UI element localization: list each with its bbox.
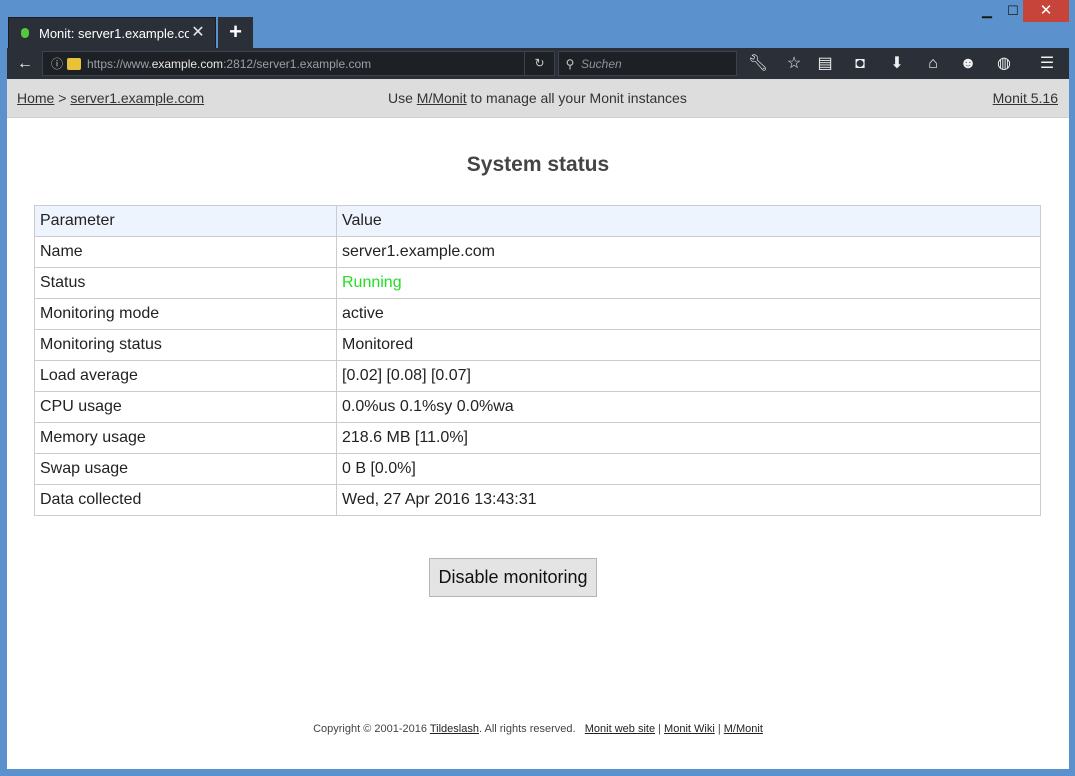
home-icon[interactable]: ⌂: [918, 50, 948, 78]
value-cell: server1.example.com: [336, 236, 1041, 268]
value-cell: [0.02] [0.08] [0.07]: [336, 360, 1041, 392]
table-row: Memory usage 218.6 MB [11.0%]: [34, 422, 1041, 454]
copyright-text: Copyright © 2001-2016: [313, 723, 427, 735]
search-icon: ⚲: [565, 56, 575, 71]
value-cell: Monitored: [336, 329, 1041, 361]
value-cell: active: [336, 298, 1041, 330]
rights-text: . All rights reserved.: [478, 723, 576, 735]
param-cell: Load average: [34, 360, 337, 392]
back-icon[interactable]: ←: [11, 50, 39, 78]
url-host: example.com: [151, 56, 224, 71]
footer: Copyright © 2001-2016 Tildeslash. All ri…: [7, 723, 1069, 735]
browser-window: Monit: server1.example.co... ✕ + ▁ ☐ ✕ ←…: [0, 0, 1075, 776]
header-parameter: Parameter: [34, 205, 337, 237]
breadcrumb: Home > server1.example.com: [17, 90, 204, 106]
url-path: :2812/server1.example.com: [223, 56, 372, 71]
status-value-cell: Running: [336, 267, 1041, 299]
browser-tab[interactable]: Monit: server1.example.co... ✕: [8, 17, 216, 48]
breadcrumb-separator: >: [58, 90, 67, 106]
table-row: Data collected Wed, 27 Apr 2016 13:43:31: [34, 484, 1041, 516]
disable-monitoring-button[interactable]: Disable monitoring: [429, 558, 597, 597]
table-header-row: Parameter Value: [34, 205, 1041, 237]
manage-text: to manage all your Monit instances: [470, 90, 687, 106]
home-link[interactable]: Home: [17, 90, 54, 106]
mmonit-promo: Use M/Monit to manage all your Monit ins…: [388, 90, 687, 106]
search-input[interactable]: ⚲ Suchen: [558, 51, 737, 76]
param-cell: Swap usage: [34, 453, 337, 485]
tildeslash-link[interactable]: Tildeslash: [430, 723, 479, 735]
param-cell: Memory usage: [34, 422, 337, 454]
param-cell: Name: [34, 236, 337, 268]
header-value: Value: [336, 205, 1041, 237]
url-bar[interactable]: ⓘ https://www.example.com:2812/server1.e…: [42, 51, 555, 76]
reader-icon[interactable]: ▤: [810, 50, 840, 78]
value-cell: Wed, 27 Apr 2016 13:43:31: [336, 484, 1041, 516]
tab-title: Monit: server1.example.co...: [39, 25, 189, 41]
table-row: Monitoring mode active: [34, 298, 1041, 330]
title-bar: Monit: server1.example.co... ✕ + ▁ ☐ ✕: [0, 0, 1075, 48]
url-prefix: https://www.: [87, 56, 152, 71]
search-placeholder: Suchen: [581, 56, 622, 71]
table-row: Swap usage 0 B [0.0%]: [34, 453, 1041, 485]
star-icon[interactable]: ☆: [779, 50, 809, 78]
monit-header-bar: Home > server1.example.com Use M/Monit t…: [7, 79, 1069, 118]
monit-wiki-link[interactable]: Monit Wiki: [664, 723, 715, 735]
new-tab-button[interactable]: +: [218, 17, 253, 48]
version-link[interactable]: Monit 5.16: [993, 90, 1058, 106]
value-cell: 218.6 MB [11.0%]: [336, 422, 1041, 454]
value-cell: 0 B [0.0%]: [336, 453, 1041, 485]
smiley-icon[interactable]: ☻: [953, 50, 983, 78]
param-cell: Monitoring mode: [34, 298, 337, 330]
download-icon[interactable]: ⬇: [882, 50, 912, 78]
table-row: Load average [0.02] [0.08] [0.07]: [34, 360, 1041, 392]
table-row: CPU usage 0.0%us 0.1%sy 0.0%wa: [34, 391, 1041, 423]
monit-website-link[interactable]: Monit web site: [585, 723, 655, 735]
mmonit-link[interactable]: M/Monit: [417, 90, 467, 106]
table-row: Status Running: [34, 267, 1041, 299]
page-title: System status: [466, 153, 610, 176]
info-icon[interactable]: ⓘ: [47, 55, 67, 72]
footer-separator: |: [717, 723, 721, 735]
server-link[interactable]: server1.example.com: [70, 90, 204, 106]
page-content: Home > server1.example.com Use M/Monit t…: [7, 79, 1069, 769]
system-status-table: Parameter Value Name server1.example.com …: [34, 205, 1041, 516]
footer-separator: |: [658, 723, 661, 735]
param-cell: Data collected: [34, 484, 337, 516]
navigation-toolbar: ← ⓘ https://www.example.com:2812/server1…: [7, 48, 1069, 79]
close-window-button[interactable]: ✕: [1023, 0, 1069, 22]
param-cell: Status: [34, 267, 337, 299]
url-text[interactable]: https://www.example.com:2812/server1.exa…: [87, 57, 524, 71]
tab-close-icon[interactable]: ✕: [189, 24, 207, 42]
value-cell: 0.0%us 0.1%sy 0.0%wa: [336, 391, 1041, 423]
wrench-icon[interactable]: 🔧︎: [743, 50, 773, 78]
globe-icon[interactable]: ◍: [989, 50, 1019, 78]
lock-warning-icon[interactable]: [67, 57, 81, 70]
monit-favicon-icon: [21, 28, 29, 38]
version-info: Monit 5.16: [993, 90, 1058, 106]
use-text: Use: [388, 90, 413, 106]
param-cell: Monitoring status: [34, 329, 337, 361]
param-cell: CPU usage: [34, 391, 337, 423]
menu-icon[interactable]: ☰: [1032, 50, 1062, 78]
table-row: Name server1.example.com: [34, 236, 1041, 268]
table-row: Monitoring status Monitored: [34, 329, 1041, 361]
pocket-icon[interactable]: ◘: [845, 50, 875, 78]
footer-mmonit-link[interactable]: M/Monit: [724, 723, 763, 735]
reload-icon[interactable]: ↻: [524, 52, 554, 75]
